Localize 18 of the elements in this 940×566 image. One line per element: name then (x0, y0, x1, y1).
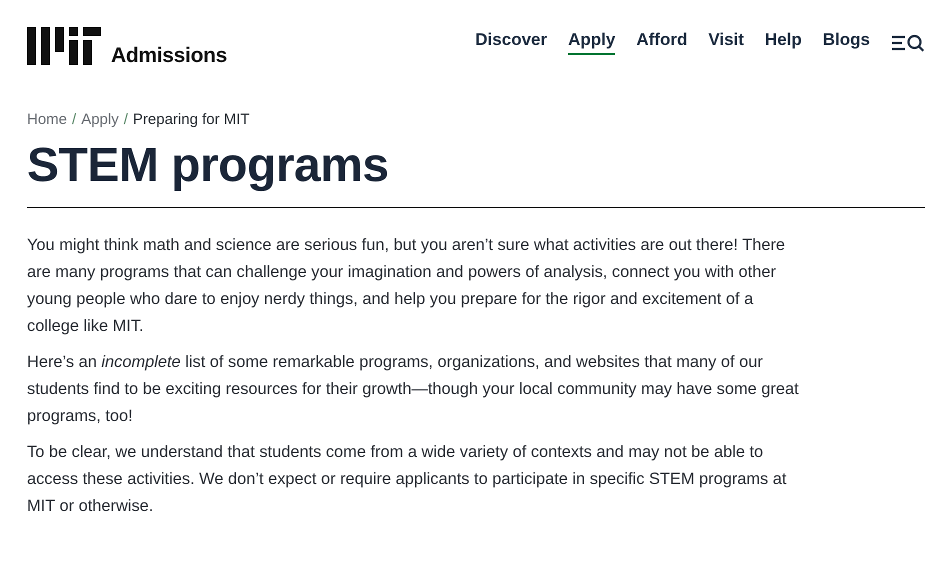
breadcrumb-separator: / (124, 111, 128, 128)
nav-link[interactable]: Afford (636, 30, 688, 55)
breadcrumb-current: Preparing for MIT (132, 111, 250, 128)
body-paragraph: You might think math and science are serious fun, but you aren’t sure what activities are out there! There are many programs that can challenge your imagination and powers of analysis, connect you with other young people who dare to enjoy nerdy things, and help you prepare for the rigor and excitement of a college like MIT. (27, 234, 786, 337)
page-title: STEM programs (27, 140, 925, 208)
nav-link[interactable]: Help (764, 30, 802, 55)
menu-search-icon[interactable] (891, 34, 925, 52)
breadcrumb-separator: / (72, 111, 76, 128)
nav-link[interactable]: Visit (708, 30, 744, 55)
site-name: Admissions (111, 45, 228, 66)
nav-link[interactable]: Discover (475, 30, 548, 55)
breadcrumb-link[interactable]: Home (27, 111, 68, 128)
breadcrumb-link[interactable]: Apply (81, 111, 119, 128)
nav-link[interactable]: Apply (568, 30, 616, 55)
body-paragraph: Here’s an incomplete list of some remarkable programs, organizations, and websites that many of our students find to be exciting resources for their growth—though your local community may have some great programs, too! (27, 352, 800, 427)
logo-icon[interactable] (27, 27, 101, 65)
body-paragraph: To be clear, we understand that students come from a wide variety of contexts and may not be able to access these activities. We don’t expect or require applicants to participate in specific STEM programs at MIT or otherwise. (27, 442, 788, 517)
nav-link[interactable]: Blogs (822, 30, 870, 55)
